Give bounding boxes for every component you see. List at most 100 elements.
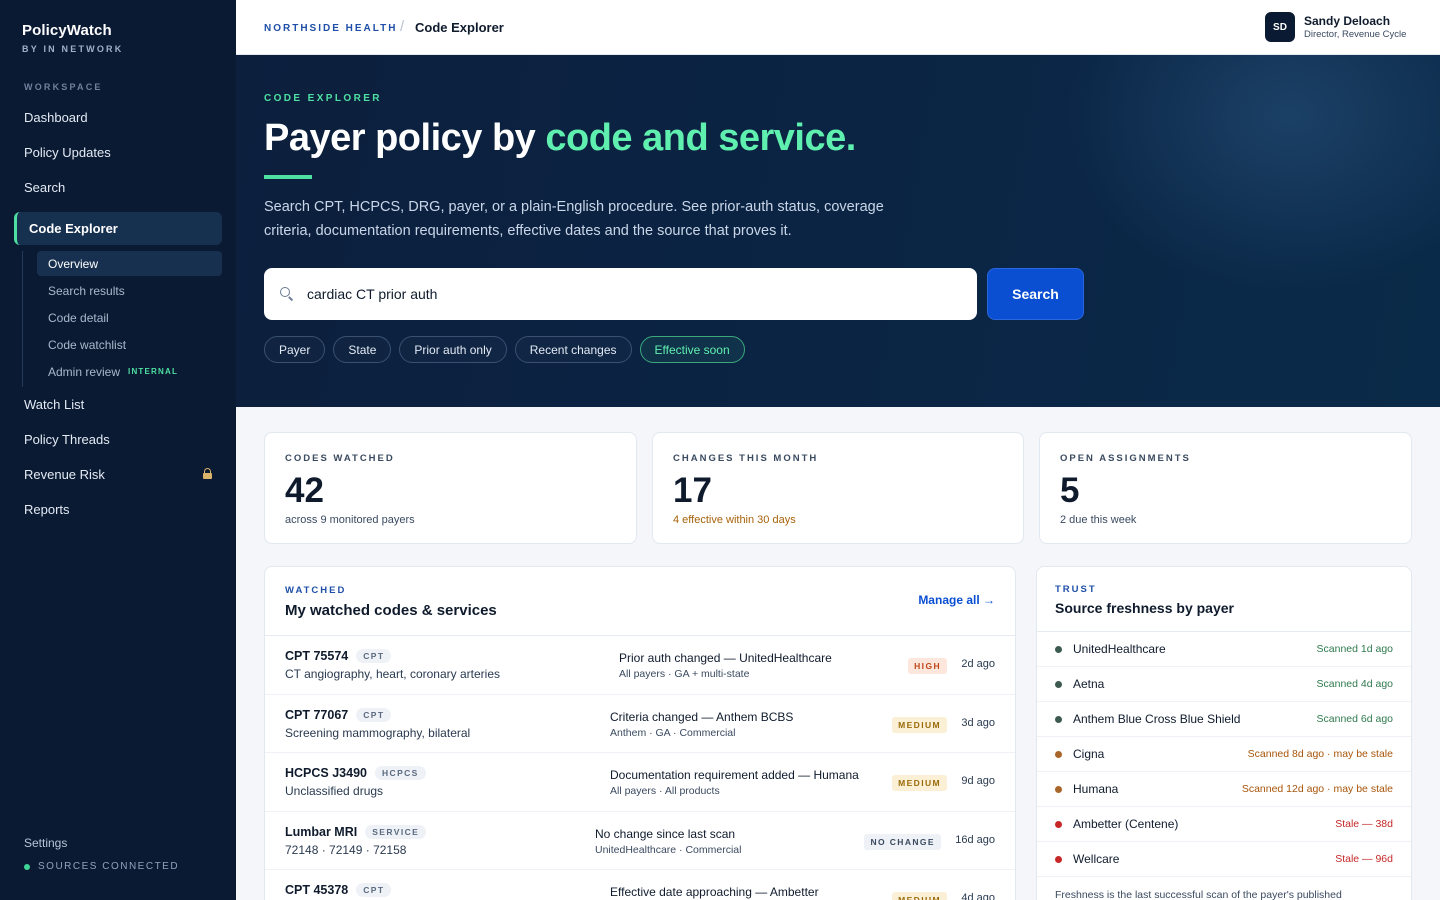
internal-badge: INTERNAL bbox=[128, 367, 179, 376]
code-description: CT angiography, heart, coronary arteries bbox=[285, 667, 500, 681]
scan-status: Scanned 1d ago bbox=[1316, 643, 1393, 655]
search-input[interactable] bbox=[307, 282, 947, 306]
freshness-dot-icon bbox=[1055, 821, 1062, 828]
freshness-dot-icon bbox=[1055, 751, 1062, 758]
watched-row[interactable]: CPT 77067 CPT Screening mammography, bila… bbox=[265, 695, 1015, 753]
search-button[interactable]: Search bbox=[987, 268, 1084, 320]
code-id: HCPCS J3490 bbox=[285, 766, 367, 780]
lock-icon bbox=[203, 468, 212, 479]
panel-kicker: TRUST bbox=[1055, 584, 1097, 595]
watched-row[interactable]: HCPCS J3490 HCPCS Unclassified drugs Docu… bbox=[265, 753, 1015, 812]
avatar[interactable]: SD bbox=[1265, 12, 1295, 42]
change-summary: Documentation requirement added — Humana bbox=[610, 768, 859, 782]
brand-logo[interactable]: PolicyWatch BY IN NETWORK bbox=[22, 22, 123, 54]
top-bar: NORTHSIDE HEALTH / Code Explorer SD Sand… bbox=[236, 0, 1440, 55]
payer-name: Ambetter (Centene) bbox=[1073, 817, 1179, 831]
sidebar-item-revenue-risk[interactable]: Revenue Risk bbox=[0, 457, 236, 492]
scan-status: Scanned 8d ago · may be stale bbox=[1247, 748, 1393, 760]
watched-row[interactable]: CPT 45378 CPT Effective date approaching … bbox=[265, 870, 1015, 900]
sidebar-item-reports[interactable]: Reports bbox=[0, 492, 236, 527]
user-name[interactable]: Sandy Deloach bbox=[1304, 14, 1390, 28]
panel-kicker: WATCHED bbox=[285, 585, 347, 596]
payer-name: Humana bbox=[1073, 782, 1119, 796]
stat-subtext: 2 due this week bbox=[1060, 514, 1137, 526]
watched-codes-panel: WATCHED My watched codes & services Mana… bbox=[264, 566, 1016, 900]
severity-badge: MEDIUM bbox=[892, 716, 947, 733]
freshness-dot-icon bbox=[1055, 716, 1062, 723]
hero-section: CODE EXPLORER Payer policy by code and s… bbox=[236, 55, 1440, 407]
filter-chip-prior-auth-only[interactable]: Prior auth only bbox=[399, 336, 507, 363]
manage-all-link[interactable]: Manage all → bbox=[918, 593, 995, 607]
code-id: CPT 45378 bbox=[285, 883, 349, 897]
freshness-row[interactable]: Cigna Scanned 8d ago · may be stale bbox=[1037, 737, 1411, 772]
code-id: CPT 77067 bbox=[285, 707, 349, 722]
freshness-dot-icon bbox=[1055, 646, 1062, 653]
filter-chip-effective-soon[interactable]: Effective soon bbox=[639, 336, 745, 363]
stat-card-open-assignments[interactable]: OPEN ASSIGNMENTS 5 2 due this week bbox=[1039, 432, 1412, 544]
subnav-item-code-watchlist[interactable]: Code watchlist bbox=[37, 331, 222, 358]
code-type-badge: CPT bbox=[356, 707, 392, 722]
user-role: Director, Revenue Cycle bbox=[1304, 29, 1407, 40]
filter-chip-payer[interactable]: Payer bbox=[264, 336, 326, 363]
payer-name: Wellcare bbox=[1073, 852, 1120, 866]
subnav-item-code-detail[interactable]: Code detail bbox=[37, 304, 222, 331]
status-dot-icon bbox=[24, 863, 30, 870]
sidebar: PolicyWatch BY IN NETWORK WORKSPACE Dash… bbox=[0, 0, 236, 900]
freshness-list: UnitedHealthcare Scanned 1d ago Aetna Sc… bbox=[1037, 631, 1411, 877]
watched-row[interactable]: CPT 75574 CPT CT angiography, heart, coro… bbox=[265, 636, 1015, 695]
search-icon bbox=[280, 287, 294, 301]
freshness-row[interactable]: Wellcare Stale — 96d bbox=[1037, 842, 1411, 877]
freshness-row[interactable]: Humana Scanned 12d ago · may be stale bbox=[1037, 772, 1411, 807]
stat-label: OPEN ASSIGNMENTS bbox=[1060, 453, 1191, 464]
sidebar-item-policy-threads[interactable]: Policy Threads bbox=[0, 422, 236, 457]
code-type-badge: HCPCS bbox=[375, 766, 426, 780]
brand-name: PolicyWatch bbox=[22, 22, 112, 39]
change-age: 3d ago bbox=[961, 716, 995, 729]
breadcrumb-org[interactable]: NORTHSIDE HEALTH bbox=[264, 23, 397, 34]
change-summary: Effective date approaching — Ambetter bbox=[610, 885, 819, 899]
watched-row[interactable]: Lumbar MRI SERVICE 72148 · 72149 · 72158 … bbox=[265, 812, 1015, 870]
sources-status: SOURCES CONNECTED bbox=[24, 861, 179, 872]
page-title: Payer policy by code and service. bbox=[264, 117, 856, 160]
sidebar-item-settings[interactable]: Settings bbox=[24, 836, 67, 850]
stat-label: CODES WATCHED bbox=[285, 453, 395, 464]
filter-chips: Payer State Prior auth only Recent chang… bbox=[264, 336, 753, 363]
panel-title: Source freshness by payer bbox=[1055, 600, 1234, 616]
page-title-plain: Payer policy by bbox=[264, 117, 546, 159]
sidebar-item-code-explorer[interactable]: Code Explorer bbox=[14, 212, 222, 245]
subnav-item-search-results[interactable]: Search results bbox=[37, 277, 222, 304]
sidebar-item-revenue-risk-label: Revenue Risk bbox=[24, 467, 105, 482]
sidebar-item-dashboard[interactable]: Dashboard bbox=[0, 100, 236, 135]
stat-value: 42 bbox=[285, 471, 324, 510]
sidebar-item-search[interactable]: Search bbox=[0, 170, 236, 205]
stat-card-codes-watched[interactable]: CODES WATCHED 42 across 9 monitored paye… bbox=[264, 432, 637, 544]
search-box[interactable] bbox=[264, 268, 977, 320]
freshness-row[interactable]: UnitedHealthcare Scanned 1d ago bbox=[1037, 632, 1411, 667]
source-freshness-panel: TRUST Source freshness by payer UnitedHe… bbox=[1036, 566, 1412, 900]
stat-card-changes-this-month[interactable]: CHANGES THIS MONTH 17 4 effective within… bbox=[652, 432, 1024, 544]
change-summary: No change since last scan bbox=[595, 826, 736, 841]
sidebar-item-policy-updates[interactable]: Policy Updates bbox=[0, 135, 236, 170]
subnav-item-admin-review-label: Admin review bbox=[48, 364, 121, 379]
subnav-item-overview[interactable]: Overview bbox=[37, 251, 222, 276]
workspace-label: WORKSPACE bbox=[24, 82, 103, 92]
freshness-row[interactable]: Anthem Blue Cross Blue Shield Scanned 6d… bbox=[1037, 702, 1411, 737]
change-age: 2d ago bbox=[961, 658, 995, 670]
freshness-row[interactable]: Ambetter (Centene) Stale — 38d bbox=[1037, 807, 1411, 842]
change-age: 16d ago bbox=[955, 833, 995, 846]
code-type-badge: CPT bbox=[356, 883, 392, 897]
sidebar-item-watch-list[interactable]: Watch List bbox=[0, 387, 236, 422]
freshness-dot-icon bbox=[1055, 786, 1062, 793]
stat-value: 5 bbox=[1060, 471, 1080, 510]
breadcrumb-current-page: Code Explorer bbox=[415, 20, 504, 35]
payer-name: Anthem Blue Cross Blue Shield bbox=[1073, 712, 1241, 726]
change-scope: UnitedHealthcare · Commercial bbox=[595, 843, 742, 856]
freshness-row[interactable]: Aetna Scanned 4d ago bbox=[1037, 667, 1411, 702]
subnav-item-admin-review[interactable]: Admin review INTERNAL bbox=[37, 358, 222, 385]
severity-badge: MEDIUM bbox=[892, 775, 947, 791]
payer-name: Cigna bbox=[1073, 747, 1105, 761]
filter-chip-recent-changes[interactable]: Recent changes bbox=[514, 336, 632, 363]
filter-chip-state[interactable]: State bbox=[333, 336, 392, 363]
hero-kicker: CODE EXPLORER bbox=[264, 93, 382, 104]
scan-status: Stale — 96d bbox=[1335, 853, 1393, 865]
